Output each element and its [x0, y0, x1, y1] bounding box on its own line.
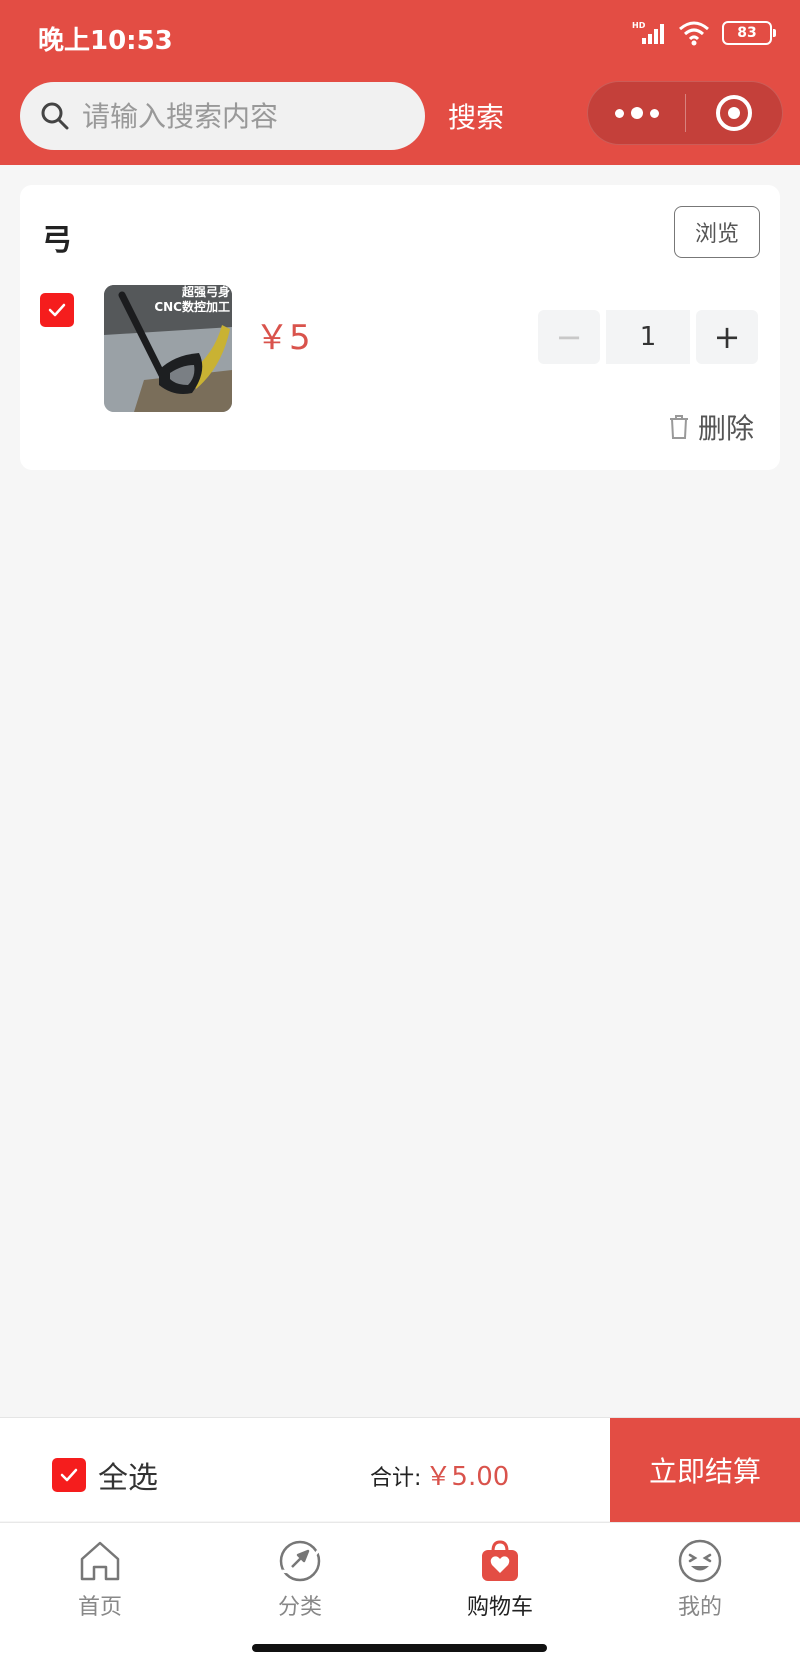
- tab-category[interactable]: 分类: [200, 1523, 400, 1630]
- total-price: 合计: ￥5.00: [370, 1456, 509, 1493]
- search-input[interactable]: [82, 99, 402, 133]
- shop-name: 弓: [42, 223, 72, 258]
- profile-face-icon: [678, 1539, 722, 1583]
- total-amount: ￥5.00: [425, 1462, 510, 1492]
- increase-quantity-button[interactable]: +: [696, 310, 758, 364]
- tab-category-label: 分类: [277, 1595, 322, 1620]
- browse-button[interactable]: 浏览: [674, 206, 760, 258]
- network-badge: HD: [632, 21, 646, 30]
- quantity-value[interactable]: 1: [606, 310, 690, 364]
- checkout-bar: 全选 合计: ￥5.00 立即结算: [0, 1417, 800, 1522]
- select-all-checkbox[interactable]: [52, 1458, 86, 1492]
- header-bar: 晚上10:53 HD 83 搜索: [0, 0, 800, 165]
- bottom-tab-bar: 首页 分类 购物车 我的: [0, 1522, 800, 1630]
- battery-level: 83: [737, 25, 757, 41]
- tab-profile-label: 我的: [677, 1595, 722, 1620]
- checkout-button[interactable]: 立即结算: [610, 1418, 800, 1522]
- trash-icon: [670, 415, 688, 439]
- item-price: ￥5: [255, 318, 311, 358]
- battery-icon: 83: [722, 21, 776, 45]
- check-icon: [48, 303, 66, 317]
- product-image[interactable]: 超强弓身 CNC数控加工: [104, 285, 232, 412]
- select-all[interactable]: 全选: [52, 1453, 158, 1497]
- status-time: 晚上10:53: [38, 26, 173, 56]
- search-icon: [41, 102, 69, 130]
- cellular-signal-icon: HD: [632, 21, 664, 44]
- item-checkbox[interactable]: [40, 293, 74, 327]
- home-icon: [80, 1541, 120, 1581]
- wifi-icon: [679, 21, 709, 46]
- select-all-label: 全选: [98, 1461, 158, 1496]
- home-indicator[interactable]: [252, 1644, 547, 1652]
- tab-cart[interactable]: 购物车: [400, 1523, 600, 1630]
- more-dots-icon[interactable]: [588, 82, 685, 144]
- search-button[interactable]: 搜索: [448, 96, 504, 136]
- delete-label: 删除: [698, 412, 755, 445]
- tab-cart-label: 购物车: [466, 1595, 533, 1620]
- product-image-caption: 超强弓身 CNC数控加工: [154, 285, 230, 314]
- quantity-stepper: − 1 +: [538, 310, 758, 364]
- miniapp-capsule: [587, 81, 783, 145]
- cart-shop-card: 弓 浏览 超强弓身 CNC数控加工 ￥5 − 1 + 删除: [20, 185, 780, 470]
- target-circle-icon[interactable]: [686, 82, 782, 144]
- cart-bag-icon: [482, 1540, 518, 1581]
- tab-profile[interactable]: 我的: [600, 1523, 800, 1630]
- category-icon: [279, 1540, 321, 1582]
- search-box[interactable]: [20, 82, 425, 150]
- decrease-quantity-button[interactable]: −: [538, 310, 600, 364]
- status-icons: HD 83: [632, 20, 776, 46]
- check-icon: [60, 1468, 78, 1482]
- tab-home[interactable]: 首页: [0, 1523, 200, 1630]
- delete-item-button[interactable]: 删除: [668, 407, 754, 447]
- tab-home-label: 首页: [77, 1595, 122, 1620]
- total-label: 合计:: [370, 1466, 422, 1491]
